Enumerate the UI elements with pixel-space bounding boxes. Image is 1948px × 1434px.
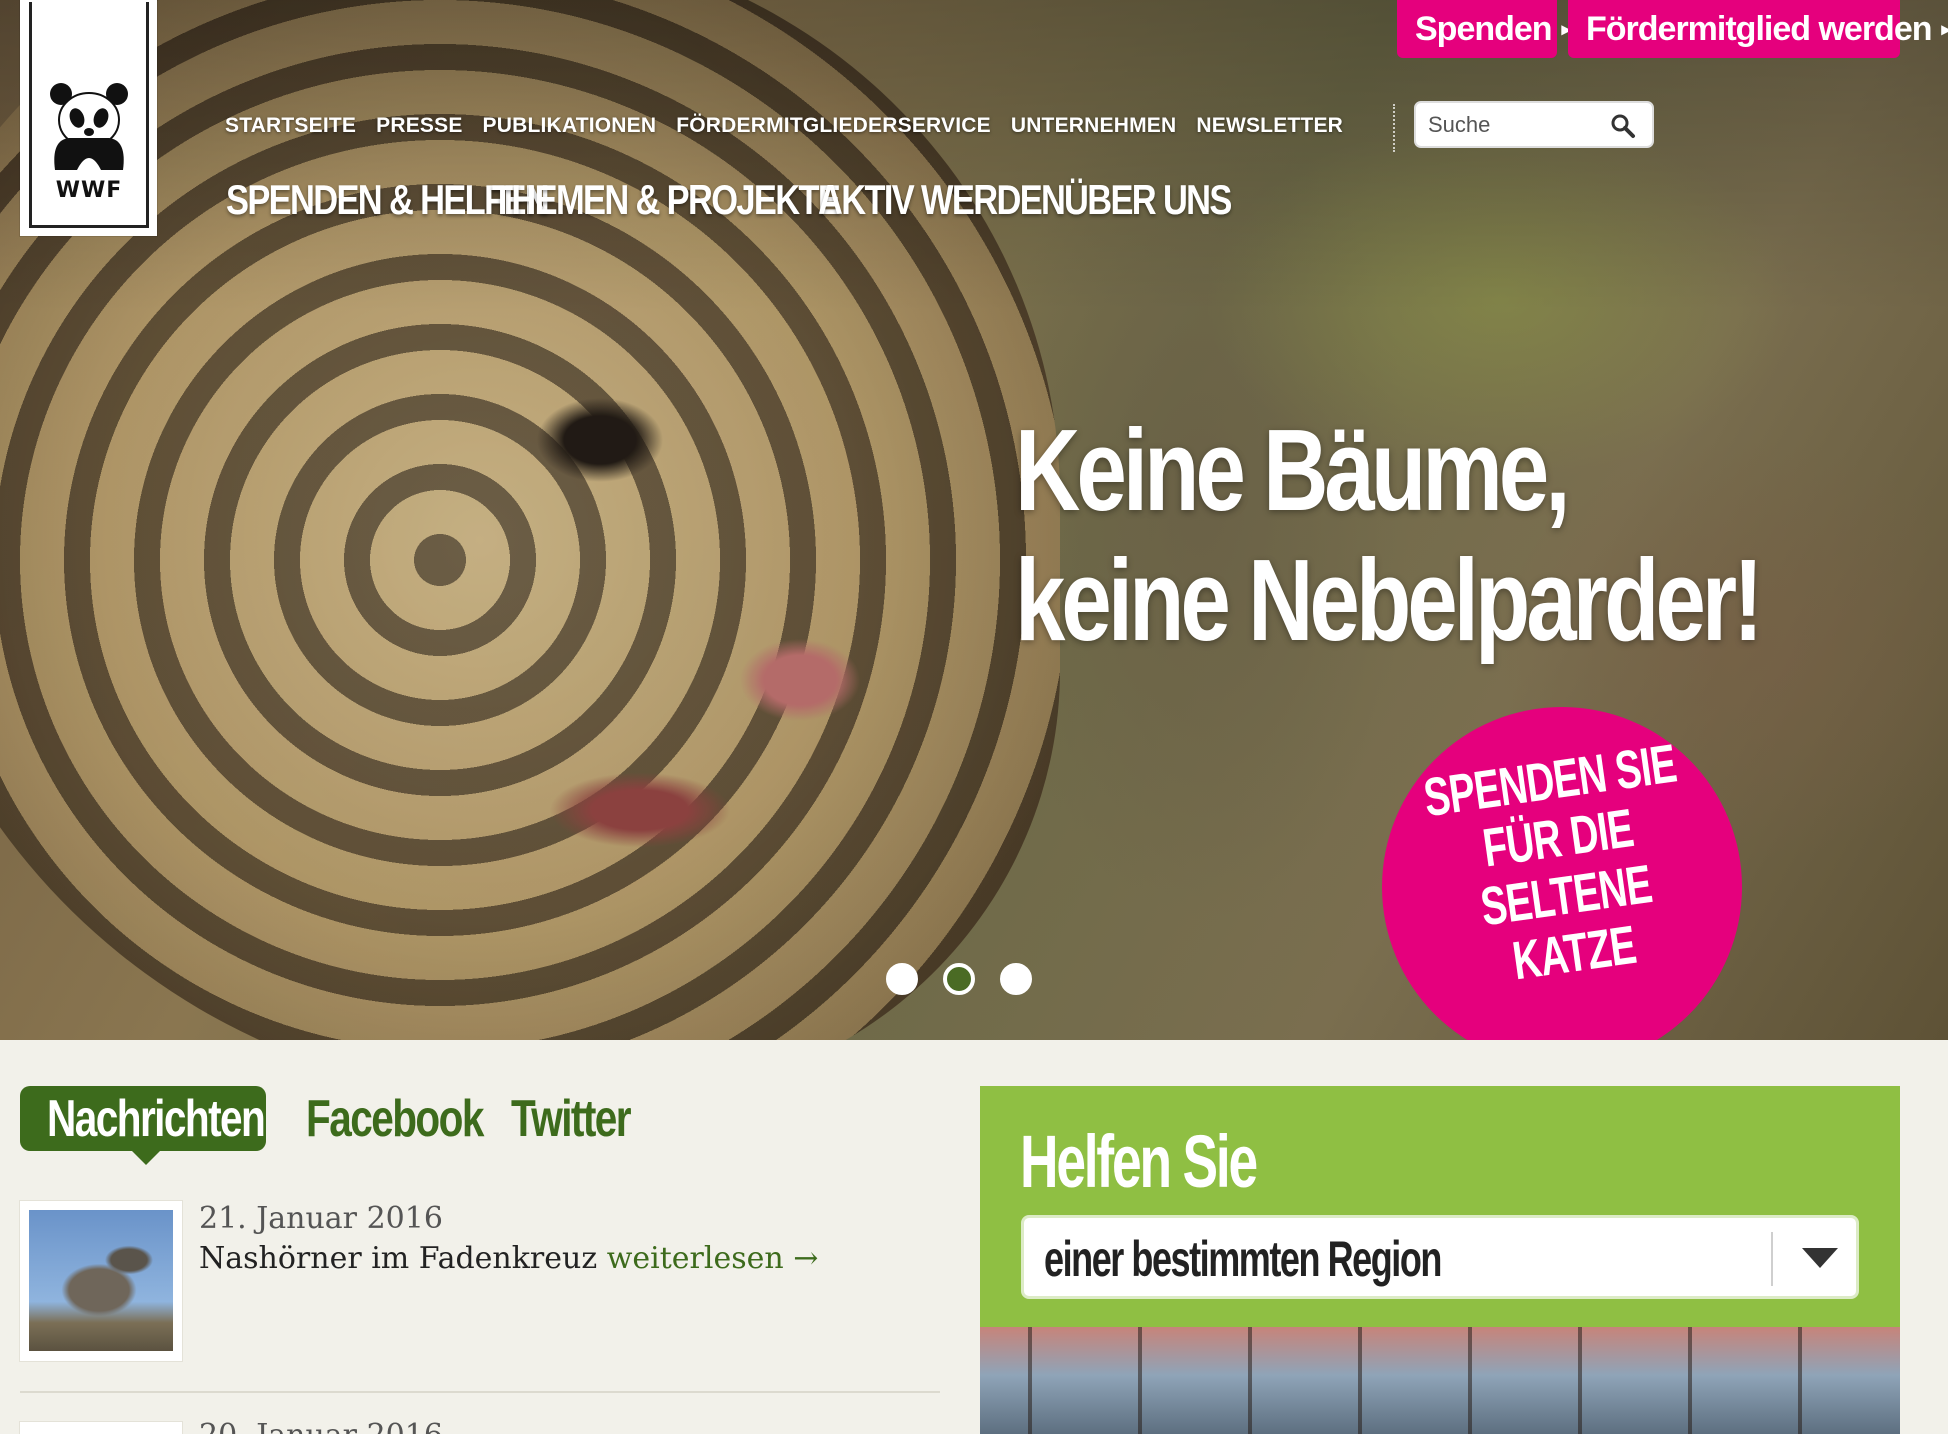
meta-nav-presse[interactable]: PRESSE	[376, 114, 462, 138]
region-select-value: einer bestimmten Region	[1044, 1231, 1442, 1287]
meta-nav-startseite[interactable]: STARTSEITE	[225, 114, 356, 138]
help-title: Helfen Sie	[1020, 1120, 1258, 1203]
region-select[interactable]: einer bestimmten Region	[1021, 1215, 1859, 1299]
main-nav-spenden-helfen[interactable]: SPENDEN & HELFEN	[226, 176, 550, 224]
tab-facebook[interactable]: Facebook	[306, 1089, 484, 1149]
news-thumbnail[interactable]	[20, 1201, 182, 1361]
hero-banner[interactable]: Keine Bäume, keine Nebelparder! SPENDEN …	[0, 0, 1948, 1040]
main-nav-aktiv-werden[interactable]: AKTIV WERDEN	[818, 176, 1066, 224]
donate-button[interactable]: Spenden ▸	[1397, 0, 1571, 58]
slider-dot-2[interactable]	[943, 963, 975, 995]
slider-dot-1[interactable]	[886, 963, 918, 995]
hero-headline: Keine Bäume, keine Nebelparder!	[1015, 405, 1763, 665]
donate-cta-text: SPENDEN SIE FÜR DIE SELTENE KATZE	[1420, 733, 1680, 992]
become-member-button[interactable]: Fördermitglied werden ▸	[1568, 0, 1948, 58]
tab-nachrichten[interactable]: Nachrichten	[20, 1086, 266, 1165]
hero-headline-line2: keine Nebelparder!	[1015, 535, 1763, 665]
wwf-logo[interactable]: WWF	[20, 0, 157, 236]
meta-nav-publikationen[interactable]: PUBLIKATIONEN	[483, 114, 657, 138]
news-divider	[20, 1391, 940, 1393]
news-title: Nashörner im Fadenkreuz weiterlesen →	[199, 1241, 819, 1276]
slider-dots	[886, 963, 1032, 995]
tab-twitter[interactable]: Twitter	[511, 1089, 632, 1149]
chevron-down-icon[interactable]	[1802, 1248, 1838, 1268]
arrow-right-icon: ▸	[1941, 18, 1948, 39]
read-more-link[interactable]: weiterlesen →	[607, 1241, 819, 1276]
burning-forest-image	[980, 1327, 1900, 1434]
news-date: 21. Januar 2016	[199, 1201, 443, 1236]
panda-icon	[50, 83, 128, 170]
hero-headline-line1: Keine Bäume,	[1015, 405, 1570, 535]
search-icon[interactable]	[1610, 113, 1636, 139]
logo-text: WWF	[55, 178, 123, 203]
news-thumbnail[interactable]	[20, 1422, 182, 1434]
meta-nav: STARTSEITE PRESSE PUBLIKATIONEN FÖRDERMI…	[225, 114, 1363, 138]
news-date: 20. Januar 2016	[199, 1418, 443, 1434]
news-tabs: Nachrichten Facebook Twitter	[20, 1086, 661, 1165]
help-box: Helfen Sie einer bestimmten Region	[980, 1086, 1900, 1434]
rhino-image	[29, 1210, 173, 1351]
slider-dot-3[interactable]	[1000, 963, 1032, 995]
search-input[interactable]	[1416, 103, 1606, 146]
meta-nav-unternehmen[interactable]: UNTERNEHMEN	[1011, 114, 1177, 138]
main-nav: SPENDEN & HELFEN THEMEN & PROJEKTE AKTIV…	[226, 176, 1303, 224]
search-box	[1414, 101, 1654, 148]
main-nav-themen-projekte[interactable]: THEMEN & PROJEKTE	[492, 176, 841, 224]
meta-nav-newsletter[interactable]: NEWSLETTER	[1196, 114, 1343, 138]
divider	[1393, 104, 1395, 152]
meta-nav-foerdermitgliederservice[interactable]: FÖRDERMITGLIEDERSERVICE	[676, 114, 991, 138]
main-nav-ueber-uns[interactable]: ÜBER UNS	[1064, 176, 1232, 224]
